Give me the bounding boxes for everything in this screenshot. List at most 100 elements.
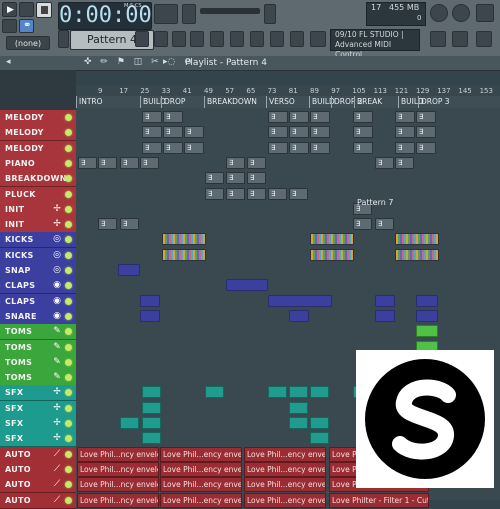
playlist-clip[interactable]: ∃ (226, 156, 245, 169)
playlist-clip[interactable]: ∃ (416, 126, 436, 139)
playlist-clip[interactable]: ∃ (247, 172, 266, 185)
playlist-clip[interactable]: ∃ (353, 218, 372, 231)
playlist-clip[interactable] (142, 432, 161, 445)
playlist-clip[interactable] (375, 309, 395, 322)
playlist-clip[interactable]: ∃ (205, 187, 224, 200)
logo-icon (365, 359, 485, 479)
clip-glyph: ∃ (166, 143, 171, 152)
playlist-clip[interactable] (289, 309, 309, 322)
playlist-clip[interactable]: ∃ (289, 111, 309, 123)
playlist-clip[interactable]: ∃ (289, 187, 308, 200)
playlist-clip[interactable]: ∃ (205, 172, 224, 185)
playlist-clip[interactable]: ∃ (98, 218, 117, 231)
playlist-clip[interactable] (118, 264, 140, 276)
automation-clip[interactable]: Love Phil...ency envelope (244, 461, 326, 477)
spinnin-logo (356, 350, 494, 488)
playlist-clip[interactable] (395, 233, 439, 246)
playlist-clip[interactable] (416, 309, 438, 322)
clip-glyph: ∃ (313, 128, 318, 137)
playlist-clip[interactable] (395, 248, 439, 261)
playlist-clip[interactable]: ∃ (289, 126, 309, 139)
playlist-clip[interactable] (162, 233, 206, 246)
playlist-clip[interactable] (289, 386, 308, 399)
playlist-clip[interactable] (310, 432, 329, 445)
clip-glyph: ∃ (292, 113, 297, 121)
playlist-clip[interactable]: ∃ (416, 111, 436, 123)
automation-clip[interactable]: Love Phil...ncy envelope (77, 477, 159, 493)
playlist-clip[interactable] (289, 417, 308, 429)
playlist-clip[interactable]: ∃ (163, 126, 183, 139)
playlist-clip[interactable]: ∃ (184, 141, 204, 154)
playlist-clip[interactable] (289, 401, 308, 414)
playlist-clip[interactable] (140, 309, 160, 322)
clip-glyph: ∃ (187, 143, 192, 152)
playlist-clip[interactable] (162, 248, 206, 261)
playlist-clip[interactable] (416, 325, 438, 338)
clip-glyph: ∃ (398, 143, 403, 152)
playlist-clip[interactable]: ∃ (310, 126, 330, 139)
playlist-clip[interactable] (310, 417, 329, 429)
playlist-clip[interactable]: ∃ (395, 141, 415, 154)
playlist-clip[interactable] (142, 401, 161, 414)
playlist-clip[interactable]: ∃ (120, 218, 139, 231)
playlist-clip[interactable]: ∃ (375, 218, 394, 231)
automation-clip[interactable]: Love Phil...ency envelope (160, 477, 242, 493)
playlist-clip[interactable]: ∃ (395, 126, 415, 139)
playlist-clip[interactable] (205, 386, 224, 399)
playlist-clip[interactable] (310, 248, 354, 261)
playlist-clip[interactable] (140, 294, 160, 307)
playlist-clip[interactable]: ∃ (375, 156, 394, 169)
playlist-clip[interactable] (226, 279, 268, 292)
playlist-clip[interactable]: ∃ (353, 126, 373, 139)
automation-clip[interactable]: Love Phil...ency envelope (160, 461, 242, 477)
clip-glyph: ∃ (356, 113, 361, 121)
playlist-clip[interactable]: ∃ (226, 187, 245, 200)
playlist-clip[interactable]: ∃ (268, 126, 288, 139)
playlist-clip[interactable] (142, 386, 161, 399)
playlist-clip[interactable] (310, 386, 329, 399)
playlist-clip[interactable]: ∃ (268, 141, 288, 154)
playlist-clip[interactable]: ∃ (142, 111, 162, 123)
playlist-clip[interactable]: ∃ (184, 126, 204, 139)
playlist-clip[interactable]: ∃ (353, 141, 373, 154)
automation-clip[interactable]: Love Phil...ency envelope (160, 492, 242, 508)
playlist-clip[interactable]: ∃ (268, 187, 287, 200)
playlist-clip[interactable]: ∃ (289, 141, 309, 154)
playlist-clip[interactable]: ∃ (163, 141, 183, 154)
playlist-clip[interactable] (416, 294, 438, 307)
automation-clip[interactable]: Love Phil...ency envelope (244, 477, 326, 493)
playlist-clip[interactable]: ∃ (120, 156, 139, 169)
playlist-clip[interactable]: ∃ (395, 111, 415, 123)
playlist-clip[interactable]: ∃ (78, 156, 97, 169)
playlist-clip[interactable]: ∃ (226, 172, 245, 185)
playlist-clip[interactable]: ∃ (247, 156, 266, 169)
clip-glyph: ∃ (145, 113, 150, 121)
automation-clip[interactable]: Love Philter - Filter 1 - Cut (329, 492, 429, 508)
playlist-clip[interactable] (120, 417, 139, 429)
playlist-clip[interactable]: ∃ (395, 156, 414, 169)
playlist-clip[interactable]: ∃ (416, 141, 436, 154)
playlist-clip[interactable]: ∃ (142, 126, 162, 139)
clip-glyph: ∃ (271, 143, 276, 152)
playlist-clip[interactable] (142, 417, 161, 429)
playlist-clip[interactable]: ∃ (247, 187, 266, 200)
automation-clip[interactable]: Love Phil...ency envelope (160, 446, 242, 462)
playlist-clip[interactable]: ∃ (310, 111, 330, 123)
automation-clip[interactable]: Love Phil...ncy envelope (77, 461, 159, 477)
automation-clip[interactable]: Love Phil...ency envelope (244, 492, 326, 508)
clip-glyph: ∃ (229, 189, 234, 198)
automation-clip[interactable]: Love Phil...ency envelope (244, 446, 326, 462)
playlist-clip[interactable]: ∃ (353, 111, 373, 123)
playlist-clip[interactable] (268, 294, 332, 307)
playlist-clip[interactable]: ∃ (142, 141, 162, 154)
playlist-clip[interactable] (268, 386, 287, 399)
automation-clip[interactable]: Love Phil...ncy envelope (77, 446, 159, 462)
playlist-clip[interactable]: ∃ (268, 111, 288, 123)
playlist-clip[interactable]: ∃ (98, 156, 117, 169)
playlist-clip[interactable]: ∃ (310, 141, 330, 154)
playlist-clip[interactable] (310, 233, 354, 246)
automation-clip[interactable]: Love Phil...ncy envelope (77, 492, 159, 508)
playlist-clip[interactable] (375, 294, 395, 307)
playlist-clip[interactable]: ∃ (140, 156, 159, 169)
playlist-clip[interactable]: ∃ (163, 111, 183, 123)
